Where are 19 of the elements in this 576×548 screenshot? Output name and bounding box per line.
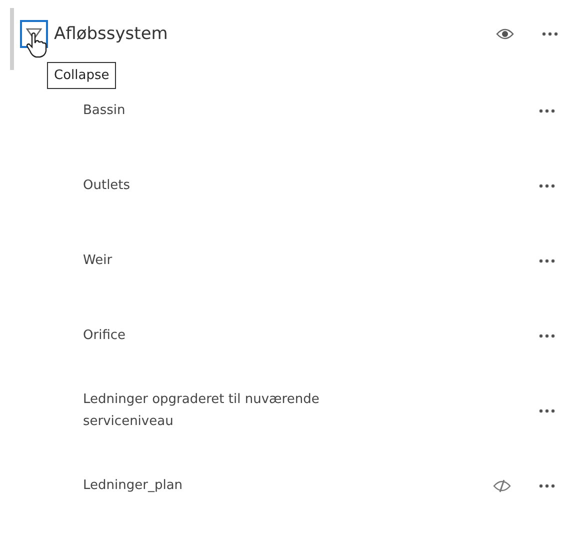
more-options-icon[interactable]	[539, 484, 555, 488]
layer-name[interactable]: Outlets	[83, 174, 383, 196]
layer-name[interactable]: Weir	[83, 250, 383, 272]
more-options-icon[interactable]	[542, 32, 558, 36]
more-options-icon[interactable]	[539, 258, 555, 262]
more-options-icon[interactable]	[539, 334, 555, 338]
more-options-icon[interactable]	[539, 108, 555, 112]
layer-name[interactable]: Ledninger opgraderet til nuværende serviceniveau	[83, 388, 383, 432]
more-options-icon[interactable]	[539, 408, 555, 412]
tooltip: Collapse	[47, 62, 116, 89]
more-options-icon[interactable]	[539, 184, 555, 188]
eye-slash-icon[interactable]	[493, 478, 511, 492]
layer-name[interactable]: Ledninger_plan	[83, 474, 383, 496]
caret-icon	[26, 28, 42, 40]
layer-name[interactable]: Bassin	[83, 100, 383, 122]
layer-name[interactable]: Orifice	[83, 324, 383, 346]
indent-bar	[10, 8, 14, 70]
group-title: Afløbssystem	[54, 24, 169, 44]
eye-icon[interactable]	[496, 28, 514, 40]
